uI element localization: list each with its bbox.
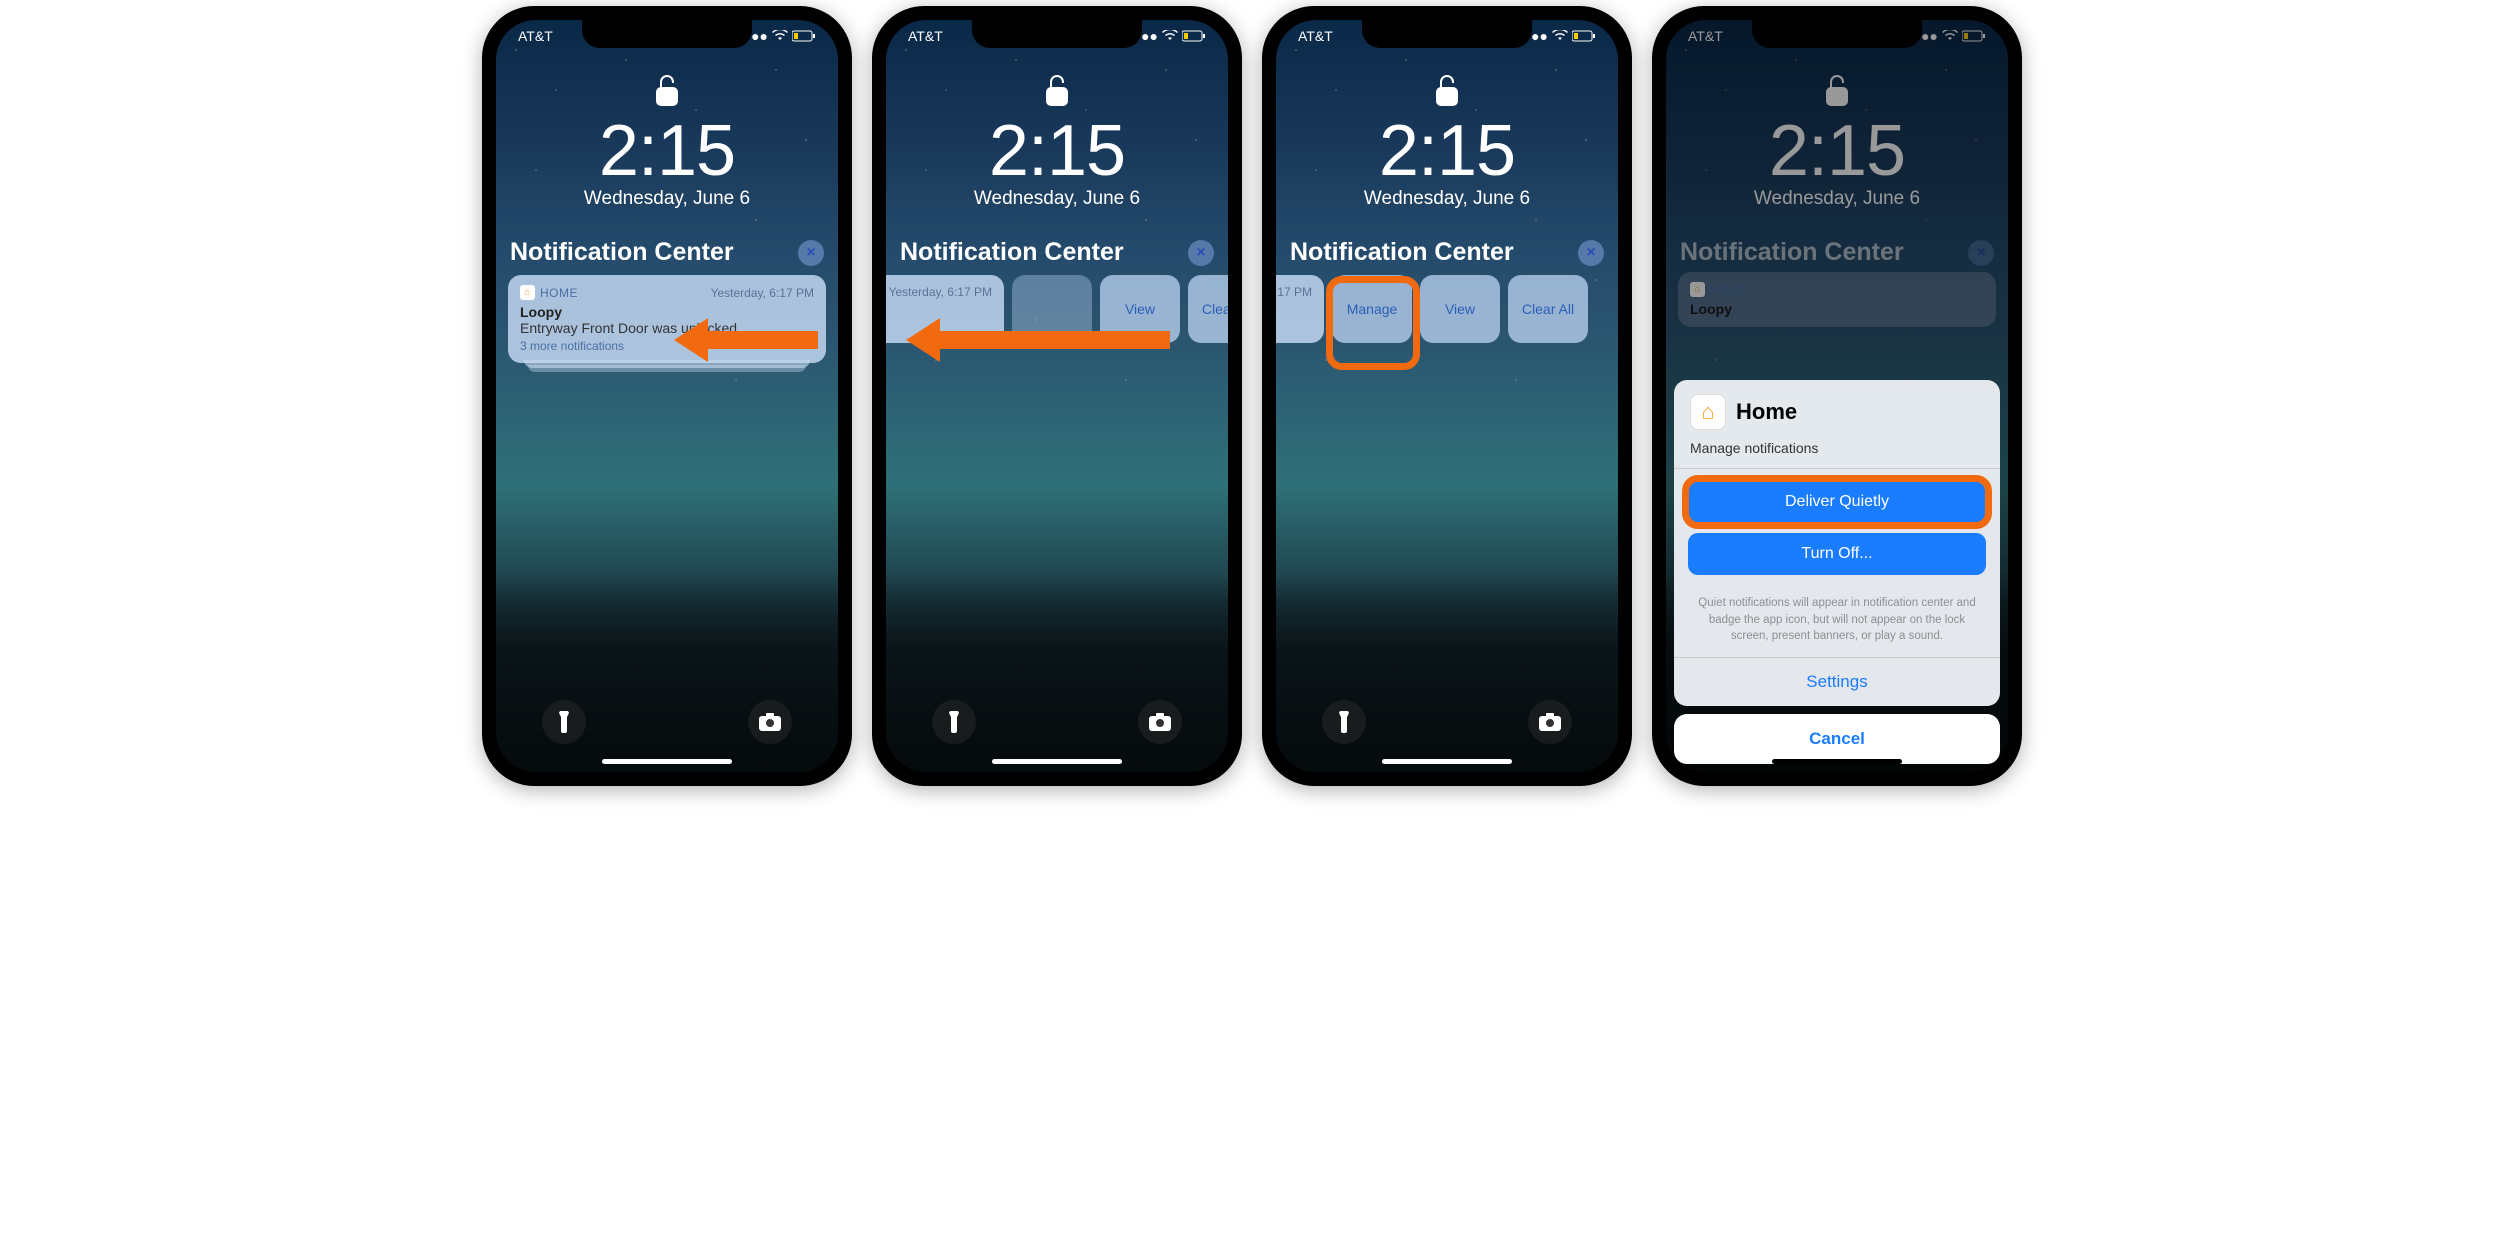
- lock-date: Wednesday, June 6: [886, 188, 1228, 210]
- clear-all-swipe-button[interactable]: Clear All: [1508, 275, 1588, 343]
- wifi-icon: [772, 30, 788, 42]
- home-indicator[interactable]: [1382, 759, 1512, 764]
- notification-app: ⌂HOME: [520, 285, 578, 300]
- notch: [582, 20, 752, 48]
- home-app-icon: ⌂: [1690, 394, 1726, 430]
- flashlight-button[interactable]: [1322, 700, 1366, 744]
- carrier: AT&T: [1298, 28, 1333, 44]
- carrier: AT&T: [908, 28, 943, 44]
- phone-frame-4: AT&T ●●● 2:15 Wednesday, June 6 Notifica…: [1652, 6, 2022, 786]
- camera-button[interactable]: [1528, 700, 1572, 744]
- cancel-button[interactable]: Cancel: [1674, 714, 2000, 764]
- lock-date: Wednesday, June 6: [496, 188, 838, 210]
- home-indicator[interactable]: [1772, 759, 1902, 764]
- notification-time: Yesterday, 6:17 PM: [711, 286, 814, 300]
- phone-frame-2: AT&T ●●● 2:15 Wednesday, June 6 Notifica…: [872, 6, 1242, 786]
- view-button[interactable]: View: [1420, 275, 1500, 343]
- carrier: AT&T: [518, 28, 553, 44]
- status-icons: ●●●: [743, 28, 816, 44]
- camera-button[interactable]: [1138, 700, 1182, 744]
- home-indicator[interactable]: [992, 759, 1122, 764]
- notch: [1362, 20, 1532, 48]
- turn-off-button[interactable]: Turn Off...: [1688, 533, 1986, 575]
- lock-time: 2:15: [1276, 110, 1618, 192]
- phone-frame-3: AT&T ●●● 2:15 Wednesday, June 6 Notifica…: [1262, 6, 1632, 786]
- sheet-subtitle: Manage notifications: [1674, 440, 2000, 469]
- sheet-app-name: Home: [1736, 399, 1797, 425]
- status-icons: ●●●: [1133, 28, 1206, 44]
- clear-all-button[interactable]: ×: [1578, 240, 1604, 266]
- unlock-icon: [886, 74, 1228, 108]
- settings-button[interactable]: Settings: [1674, 657, 2000, 706]
- phone-frame-1: AT&T ●●● 2:15 Wednesday, June 6 Notifica…: [482, 6, 852, 786]
- camera-button[interactable]: [748, 700, 792, 744]
- unlock-icon: [1276, 74, 1618, 108]
- battery-icon: [1572, 30, 1596, 42]
- clear-all-button[interactable]: ×: [1188, 240, 1214, 266]
- lock-time: 2:15: [886, 110, 1228, 192]
- battery-icon: [792, 30, 816, 42]
- action-sheet: ⌂ Home Manage notifications Deliver Quie…: [1674, 380, 2000, 764]
- home-indicator[interactable]: [602, 759, 732, 764]
- unlock-icon: [496, 74, 838, 108]
- flashlight-button[interactable]: [932, 700, 976, 744]
- lock-date: Wednesday, June 6: [1276, 188, 1618, 210]
- sheet-fine-print: Quiet notifications will appear in notif…: [1674, 591, 2000, 657]
- clear-all-swipe-button[interactable]: Clear All: [1188, 275, 1228, 343]
- notification-center-title: Notification Center: [900, 238, 1124, 267]
- flashlight-button[interactable]: [542, 700, 586, 744]
- wifi-icon: [1552, 30, 1568, 42]
- status-icons: ●●●: [1523, 28, 1596, 44]
- highlight-annotation: [1682, 475, 1992, 529]
- battery-icon: [1182, 30, 1206, 42]
- notification-center-title: Notification Center: [510, 238, 734, 267]
- arrow-annotation: [674, 318, 818, 362]
- lock-time: 2:15: [496, 110, 838, 192]
- home-app-icon: ⌂: [520, 285, 535, 300]
- arrow-annotation: [906, 318, 1170, 362]
- notification-card-swiped[interactable]: 17 PM: [1276, 275, 1324, 343]
- highlight-annotation: [1326, 276, 1420, 370]
- wifi-icon: [1162, 30, 1178, 42]
- clear-all-button[interactable]: ×: [798, 240, 824, 266]
- notification-center-title: Notification Center: [1290, 238, 1514, 267]
- notch: [972, 20, 1142, 48]
